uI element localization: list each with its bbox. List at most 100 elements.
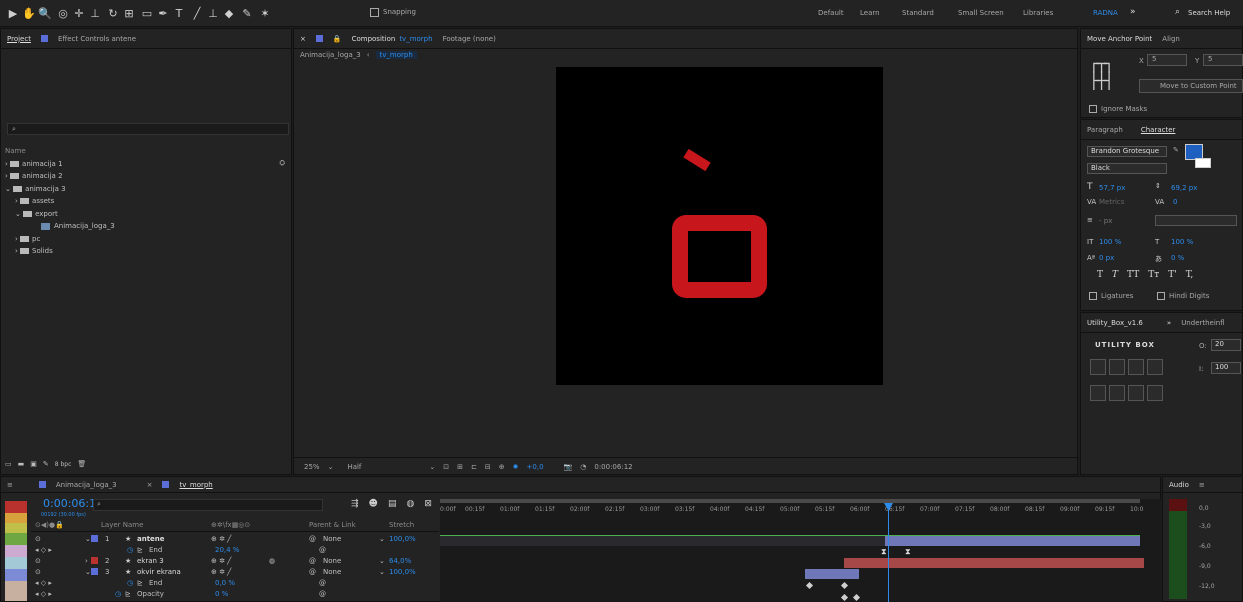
shape-tool-icon[interactable]: ▭ — [140, 6, 154, 20]
faux-bold-button[interactable]: T — [1097, 270, 1103, 280]
breadcrumb-current[interactable]: tv_morph — [375, 51, 417, 59]
layer-switches-icon[interactable]: ⊕ ✲ ╱ — [211, 568, 231, 576]
bpc-button[interactable]: 8 bpc — [55, 461, 72, 468]
zoom-tool-icon[interactable]: 🔍 — [38, 6, 52, 20]
motion-blur-icon[interactable]: ◍ — [406, 499, 414, 509]
ligatures-checkbox[interactable] — [1089, 292, 1097, 300]
precompose-icon[interactable] — [1109, 385, 1125, 401]
exposure-icon[interactable]: ✹ — [513, 463, 519, 471]
keyframe-marker[interactable] — [852, 593, 861, 602]
layer-bar-antene[interactable] — [885, 536, 1140, 546]
snapping-checkbox[interactable] — [370, 8, 379, 17]
font-style-select[interactable]: Black — [1087, 163, 1167, 174]
resolution-dropdown-icon[interactable]: ⌄ — [429, 463, 435, 471]
layer-bar-okvir-ekrana[interactable] — [805, 569, 859, 579]
layer-row[interactable]: ⊙ ⌄ 1 ★ antene ⊕ ✲ ╱ @ None ⌄ 100,0% — [31, 533, 439, 544]
more-workspaces-icon[interactable]: » — [1130, 7, 1136, 17]
property-value[interactable]: 20,4 % — [215, 546, 239, 554]
resolution-select[interactable]: Half — [347, 463, 361, 471]
current-time-display[interactable]: 0:00:06:12 — [594, 463, 632, 471]
zoom-select[interactable]: 25% — [304, 463, 320, 471]
region-of-interest-icon[interactable]: ⊡ — [443, 463, 449, 471]
parent-select[interactable]: None — [323, 568, 341, 576]
parent-pickwhip-icon[interactable]: @ — [309, 535, 316, 543]
workspace-libraries[interactable]: Libraries — [1023, 9, 1053, 17]
hindi-digits-checkbox[interactable] — [1157, 292, 1165, 300]
project-tab[interactable]: Project — [7, 35, 31, 43]
stroke-type-select[interactable] — [1155, 215, 1237, 226]
layer-name[interactable]: okvir ekrana — [137, 568, 181, 576]
i-input[interactable]: 100 — [1211, 362, 1241, 374]
motion-blur-switch-icon[interactable]: ◍ — [269, 557, 275, 565]
search-icon[interactable]: ⌕ — [1175, 7, 1180, 17]
composition-tab-prefix[interactable]: Composition — [352, 35, 396, 43]
shy-layers-icon[interactable]: ☻ — [369, 499, 378, 509]
lock-icon[interactable]: 🔒 — [333, 35, 342, 43]
workspace-learn[interactable]: Learn — [860, 9, 880, 17]
comp-flowchart-icon[interactable]: ⇶ — [351, 499, 359, 509]
eyedropper-icon[interactable]: ✎ — [1173, 146, 1179, 154]
audio-tab[interactable]: Audio — [1169, 481, 1189, 489]
brush-tool-icon[interactable]: ╱ — [190, 6, 204, 20]
property-value[interactable]: 0 % — [215, 590, 228, 598]
superscript-button[interactable]: T' — [1168, 270, 1176, 280]
tab-tv-morph[interactable]: tv_morph — [179, 481, 212, 489]
workspace-default[interactable]: Default — [818, 9, 844, 17]
all-caps-button[interactable]: TT — [1127, 270, 1139, 280]
label-color-swatch[interactable] — [91, 568, 98, 575]
visibility-icon[interactable]: ⊙ — [35, 568, 41, 576]
keyframe-marker[interactable] — [840, 581, 849, 590]
parent-dropdown-icon[interactable]: ⌄ — [379, 568, 385, 576]
small-caps-button[interactable]: Tт — [1148, 270, 1159, 280]
stretch-value[interactable]: 100,0% — [389, 535, 416, 543]
vertical-scale-value[interactable]: 100 % — [1099, 238, 1121, 246]
pen-tool-icon[interactable]: ✒ — [156, 6, 170, 20]
keyframe-marker[interactable]: ⧗ — [905, 547, 911, 557]
add-null-icon[interactable] — [1109, 359, 1125, 375]
project-item[interactable]: Animacija_loga_3 — [5, 220, 289, 233]
stroke-width-value[interactable]: - px — [1099, 217, 1112, 225]
workspace-radna[interactable]: RADNA — [1093, 9, 1118, 17]
interpret-footage-icon[interactable]: ▭ — [5, 460, 12, 468]
time-graph[interactable]: 0:00f 00:15f 01:00f 01:15f 02:00f 02:15f 03:00… — [440, 499, 1161, 602]
parent-pickwhip-icon[interactable]: @ — [309, 568, 316, 576]
align-tab[interactable]: Align — [1162, 35, 1180, 43]
move-to-custom-point-button[interactable]: Move to Custom Point — [1139, 79, 1243, 93]
mask-visibility-icon[interactable]: ⊏ — [471, 463, 477, 471]
project-item[interactable]: › assets — [5, 195, 289, 208]
layer-switches-icon[interactable]: ⊕ ✲ ╱ — [211, 557, 231, 565]
orbit-tool-icon[interactable]: ◎ — [56, 6, 70, 20]
work-area-bar[interactable] — [440, 499, 1140, 503]
grid-layout-icon[interactable] — [1128, 359, 1144, 375]
layer-switches-icon[interactable]: ⊕ ✲ ╱ — [211, 535, 231, 543]
time-ruler[interactable]: 0:00f 00:15f 01:00f 01:15f 02:00f 02:15f 03:00… — [440, 504, 1161, 518]
parent-dropdown-icon[interactable]: ⌄ — [379, 535, 385, 543]
layer-name[interactable]: antene — [137, 535, 165, 543]
parent-select[interactable]: None — [323, 557, 341, 565]
layer-name-column[interactable]: Layer Name — [101, 521, 143, 529]
property-row[interactable]: ◂ ◇ ▸ ◷ ⊵ End 0,0 % @ — [31, 577, 439, 588]
anchor-tool-icon[interactable]: ⊞ — [122, 6, 136, 20]
keyframe-navigator-icon[interactable]: ◂ ◇ ▸ — [35, 579, 52, 587]
subscript-button[interactable]: T, — [1186, 270, 1194, 280]
dolly-tool-icon[interactable]: ⊥ — [88, 6, 102, 20]
keyframe-marker[interactable] — [840, 593, 849, 602]
align-left-icon[interactable] — [1090, 359, 1106, 375]
ignore-masks-checkbox[interactable] — [1089, 105, 1097, 113]
workspace-standard[interactable]: Standard — [902, 9, 934, 17]
delete-icon[interactable]: 🗑 — [77, 460, 86, 468]
keyframe-navigator-icon[interactable]: ◂ ◇ ▸ — [35, 590, 52, 598]
exposure-value[interactable]: +0,0 — [527, 463, 544, 471]
expand-icon[interactable]: ⌄ — [85, 568, 91, 576]
layer-row[interactable]: ⊙ ⌄ 3 ★ okvir ekrana ⊕ ✲ ╱ @ None ⌄ 100,… — [31, 566, 439, 577]
stopwatch-icon[interactable]: ◷ — [115, 590, 121, 598]
timeline-search-input[interactable]: ⌕ — [93, 499, 323, 511]
rotate-tool-icon[interactable]: ↻ — [106, 6, 120, 20]
workspace-small-screen[interactable]: Small Screen — [958, 9, 1004, 17]
clone-tool-icon[interactable]: ⊥ — [206, 6, 220, 20]
keyframe-navigator-icon[interactable]: ◂ ◇ ▸ — [35, 546, 52, 554]
project-item[interactable]: › animacija 2 — [5, 170, 289, 183]
stretch-value[interactable]: 100,0% — [389, 568, 416, 576]
trim-icon[interactable] — [1147, 359, 1163, 375]
hand-tool-icon[interactable]: ✋ — [22, 6, 36, 20]
